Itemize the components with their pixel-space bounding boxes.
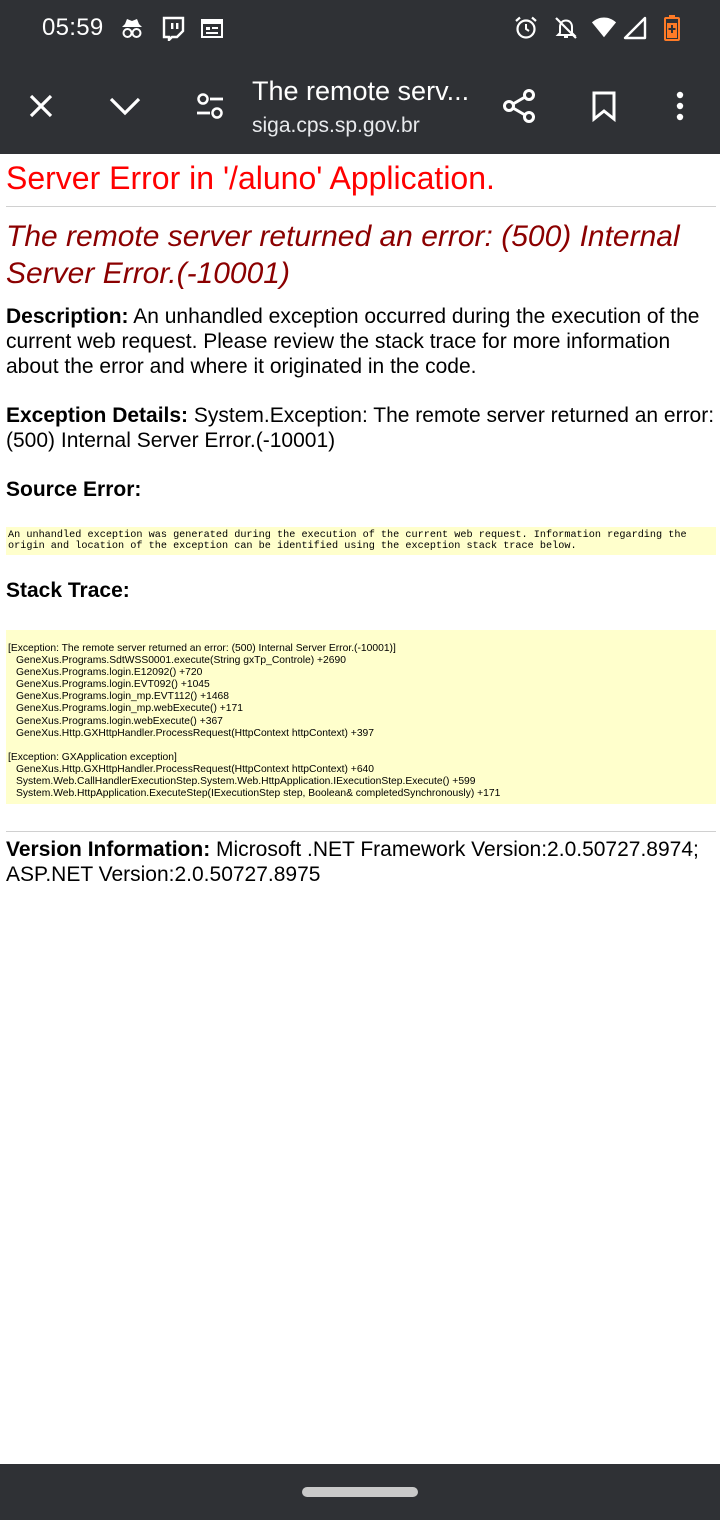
calendar-icon [199,14,225,42]
stack-trace-line: GeneXus.Programs.SdtWSS0001.execute(Stri… [16,655,346,667]
close-tab-button[interactable] [17,82,65,130]
page-url: siga.cps.sp.gov.br [252,114,420,137]
minimize-tab-button[interactable] [101,82,149,130]
navigation-bar [0,1464,720,1520]
stack-trace-box: [Exception: The remote server returned a… [6,630,716,804]
page-settings-button[interactable] [186,82,234,130]
stack-trace-line: GeneXus.Programs.login_mp.webExecute() +… [16,703,243,715]
twitch-icon [160,14,186,42]
alarm-icon [513,14,539,42]
stack-trace-line: GeneXus.Programs.login.webExecute() +367 [16,715,223,727]
exception-details-paragraph: Exception Details: System.Exception: The… [6,403,718,453]
web-page-content: Server Error in '/aluno' Application. Th… [0,154,720,1464]
battery-icon [659,14,685,42]
stack-trace-line: GeneXus.Programs.login.E12092() +720 [16,667,203,679]
page-title: The remote serv... [252,76,470,106]
source-error-box: An unhandled exception was generated dur… [6,527,716,555]
server-error-heading: Server Error in '/aluno' Application. [6,160,495,196]
bookmark-button[interactable] [580,82,628,130]
source-error-text: An unhandled exception was generated dur… [8,530,693,552]
bookmark-icon [592,91,616,122]
stack-trace-line: GeneXus.Programs.login.EVT092() +1045 [16,679,210,691]
more-icon [676,91,684,121]
wifi-icon [591,14,617,42]
description-label: Description: [6,305,129,328]
stack-trace-line: [Exception: GXApplication exception] [8,751,177,763]
stack-trace-line: System.Web.CallHandlerExecutionStep.Syst… [16,775,476,787]
heading-divider [6,206,716,207]
custom-tab-toolbar: The remote serv... siga.cps.sp.gov.br [0,58,720,154]
stack-trace-line: GeneXus.Http.GXHttpHandler.ProcessReques… [16,727,375,739]
close-icon [29,94,53,118]
exception-details-label: Exception Details: [6,404,189,427]
bell-off-icon [553,14,579,42]
stack-trace-text: [Exception: The remote server returned a… [6,630,716,806]
status-bar: 05:59 [0,0,720,58]
source-error-label: Source Error: [6,478,142,501]
status-time: 05:59 [42,14,104,41]
gesture-handle[interactable] [302,1487,418,1497]
description-paragraph: Description: An unhandled exception occu… [6,304,718,379]
incognito-icon [119,14,145,42]
error-title: The remote server returned an error: (50… [6,220,680,290]
stack-trace-gap [8,740,714,752]
more-options-button[interactable] [656,82,704,130]
stack-trace-line: GeneXus.Programs.login_mp.EVT112() +1468 [16,691,230,703]
version-information-label: Version Information: [6,838,211,861]
page-settings-icon [197,93,223,119]
share-icon [503,89,535,123]
footer-divider [6,831,716,832]
version-information-paragraph: Version Information: Microsoft .NET Fram… [6,837,718,887]
stack-trace-label: Stack Trace: [6,579,130,602]
signal-icon [623,14,649,42]
stack-trace-line: [Exception: The remote server returned a… [8,643,396,654]
stack-trace-line: System.Web.HttpApplication.ExecuteStep(I… [16,788,501,800]
stack-trace-line: GeneXus.Http.GXHttpHandler.ProcessReques… [16,763,375,775]
share-button[interactable] [496,82,544,130]
chevron-down-icon [109,97,141,116]
